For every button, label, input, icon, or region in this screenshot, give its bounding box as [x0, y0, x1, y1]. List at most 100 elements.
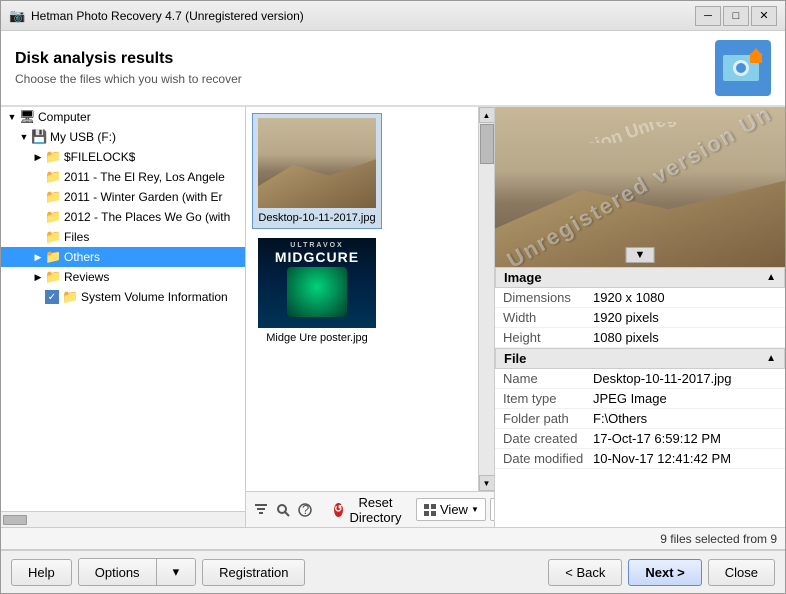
tree-item-files[interactable]: ▶ 📁 Files: [1, 227, 245, 247]
thumb-label-poster: Midge Ure poster.jpg: [266, 332, 368, 344]
poster-image: ULTRAVOX MIDGCURE: [258, 238, 376, 328]
vscroll-up-btn[interactable]: ▲: [479, 107, 495, 123]
tree-label-2011a: 2011 - The El Rey, Los Angele: [64, 170, 225, 184]
options-dropdown-button[interactable]: ▾: [157, 559, 196, 585]
header-icon: [715, 40, 771, 96]
expand-reviews[interactable]: ▶: [31, 270, 45, 284]
status-bar: 9 files selected from 9: [1, 527, 785, 549]
window-title: Hetman Photo Recovery 4.7 (Unregistered …: [31, 9, 695, 23]
options-button-group: Options ▾: [78, 558, 196, 586]
options-button[interactable]: Options: [79, 559, 157, 585]
tree-item-2011a[interactable]: ▶ 📁 2011 - The El Rey, Los Angele: [1, 167, 245, 187]
back-button[interactable]: < Back: [548, 559, 622, 586]
folder-sysvolinfo-icon: 📁: [62, 289, 78, 305]
view-dropdown-button[interactable]: View ▼: [416, 498, 486, 521]
file-grid[interactable]: Desktop-10-11-2017.jpg ULTRAVOX MIDGCURE…: [246, 107, 478, 491]
prop-row-itemtype: Item type JPEG Image: [495, 389, 785, 409]
usb-drive-icon: 💾: [31, 129, 47, 145]
prop-val-folderpath: F:\Others: [593, 411, 777, 426]
prop-val-itemtype: JPEG Image: [593, 391, 777, 406]
tree-hscroll[interactable]: [1, 511, 245, 527]
header-text: Disk analysis results Choose the files w…: [15, 50, 715, 86]
poster-midgure-text: MIDGCURE: [275, 249, 359, 265]
prop-row-name: Name Desktop-10-11-2017.jpg: [495, 369, 785, 389]
maximize-button[interactable]: □: [723, 6, 749, 26]
tree-item-2012[interactable]: ▶ 📁 2012 - The Places We Go (with: [1, 207, 245, 227]
file-thumb-desktop[interactable]: Desktop-10-11-2017.jpg: [252, 113, 382, 229]
prop-row-folderpath: Folder path F:\Others: [495, 409, 785, 429]
image-section-title: Image: [504, 270, 542, 285]
prop-key-datemodified: Date modified: [503, 451, 593, 466]
tree-item-reviews[interactable]: ▶ 📁 Reviews: [1, 267, 245, 287]
vscroll-down-btn[interactable]: ▼: [479, 475, 495, 491]
expand-usb[interactable]: ▼: [17, 130, 31, 144]
right-panel: Unregistered version Un registered versi…: [495, 107, 785, 527]
image-section-header[interactable]: Image ▲: [495, 267, 785, 288]
close-button[interactable]: ✕: [751, 6, 777, 26]
expand-others[interactable]: ▶: [31, 250, 45, 264]
folder-red-2012-icon: 📁: [45, 209, 61, 225]
tree-item-filelock[interactable]: ▶ 📁 $FILELOCK$: [1, 147, 245, 167]
vscroll-thumb[interactable]: [480, 124, 494, 164]
file-vscrollbar[interactable]: ▲ ▼: [478, 107, 494, 491]
tree-item-computer[interactable]: ▼ 🖥 Computer: [1, 107, 245, 127]
prop-val-name: Desktop-10-11-2017.jpg: [593, 371, 777, 386]
file-toolbar: ? ↺ Reset Directory: [246, 491, 494, 527]
tree-item-sysvolinfo[interactable]: ▶ ✓ 📁 System Volume Information: [1, 287, 245, 307]
preview-nav: ▼: [626, 246, 655, 263]
minimize-button[interactable]: ─: [695, 6, 721, 26]
middle-panel: Desktop-10-11-2017.jpg ULTRAVOX MIDGCURE…: [246, 107, 495, 527]
tree-item-others[interactable]: ▶ 📁 Others: [1, 247, 245, 267]
help-button[interactable]: Help: [11, 559, 72, 586]
tree-item-2011b[interactable]: ▶ 📁 2011 - Winter Garden (with Er: [1, 187, 245, 207]
file-collapse-icon[interactable]: ▲: [766, 353, 776, 364]
filter-btn[interactable]: [252, 497, 270, 523]
preview-nav-button[interactable]: ▼: [626, 247, 655, 263]
image-collapse-icon[interactable]: ▲: [766, 272, 776, 283]
tree-label-others: Others: [64, 250, 100, 264]
prop-key-itemtype: Item type: [503, 391, 593, 406]
poster-ultravox-text: ULTRAVOX: [290, 242, 343, 249]
app-icon: 📷: [9, 8, 25, 24]
reset-symbol: ↺: [334, 504, 342, 515]
title-bar: 📷 Hetman Photo Recovery 4.7 (Unregistere…: [1, 1, 785, 31]
prop-val-width: 1920 pixels: [593, 310, 777, 325]
tree-label-filelock: $FILELOCK$: [64, 150, 135, 164]
registration-button[interactable]: Registration: [202, 559, 305, 586]
file-thumb-poster[interactable]: ULTRAVOX MIDGCURE Midge Ure poster.jpg: [252, 233, 382, 349]
preview-container: Unregistered version Un registered versi…: [495, 107, 785, 267]
folder-red-icon: 📁: [45, 149, 61, 165]
prop-row-datemodified: Date modified 10-Nov-17 12:41:42 PM: [495, 449, 785, 469]
view-label: View: [440, 502, 468, 517]
folder-tree[interactable]: ▼ 🖥 Computer ▼ 💾 My USB (F:) ▶ 📁 $FILELO…: [1, 107, 245, 511]
page-subtitle: Choose the files which you wish to recov…: [15, 72, 715, 86]
expand-computer[interactable]: ▼: [5, 110, 19, 124]
sysvolinfo-checkbox[interactable]: ✓: [45, 290, 59, 304]
next-button[interactable]: Next >: [628, 559, 701, 586]
file-section-header[interactable]: File ▲: [495, 348, 785, 369]
file-section-title: File: [504, 351, 526, 366]
help-icon-btn[interactable]: ?: [296, 497, 314, 523]
reset-directory-button[interactable]: ↺ Reset Directory: [326, 492, 412, 528]
vscroll-track[interactable]: [479, 123, 494, 475]
properties-panel: Image ▲ Dimensions 1920 x 1080 Width 192…: [495, 267, 785, 527]
expand-filelock[interactable]: ▶: [31, 150, 45, 164]
prop-val-height: 1080 pixels: [593, 330, 777, 345]
folder-others-icon: 📁: [45, 249, 61, 265]
search-btn[interactable]: [274, 497, 292, 523]
prop-key-datecreated: Date created: [503, 431, 593, 446]
folder-red-2011a-icon: 📁: [45, 169, 61, 185]
poster-figure: [287, 267, 347, 317]
page-title: Disk analysis results: [15, 50, 715, 68]
search-icon: [275, 502, 291, 518]
hscroll-thumb[interactable]: [3, 515, 27, 525]
toolbar-right: View ▼ Sort ▼ ✓ Select: [416, 498, 495, 521]
help-icon: ?: [297, 502, 313, 518]
close-main-button[interactable]: Close: [708, 559, 775, 586]
bottom-bar: Help Options ▾ Registration < Back Next …: [1, 549, 785, 593]
view-dropdown-arrow: ▼: [471, 505, 479, 514]
tree-item-usb[interactable]: ▼ 💾 My USB (F:): [1, 127, 245, 147]
prop-val-datemodified: 10-Nov-17 12:41:42 PM: [593, 451, 777, 466]
tree-label-reviews: Reviews: [64, 270, 109, 284]
tree-label-2011b: 2011 - Winter Garden (with Er: [64, 190, 223, 204]
